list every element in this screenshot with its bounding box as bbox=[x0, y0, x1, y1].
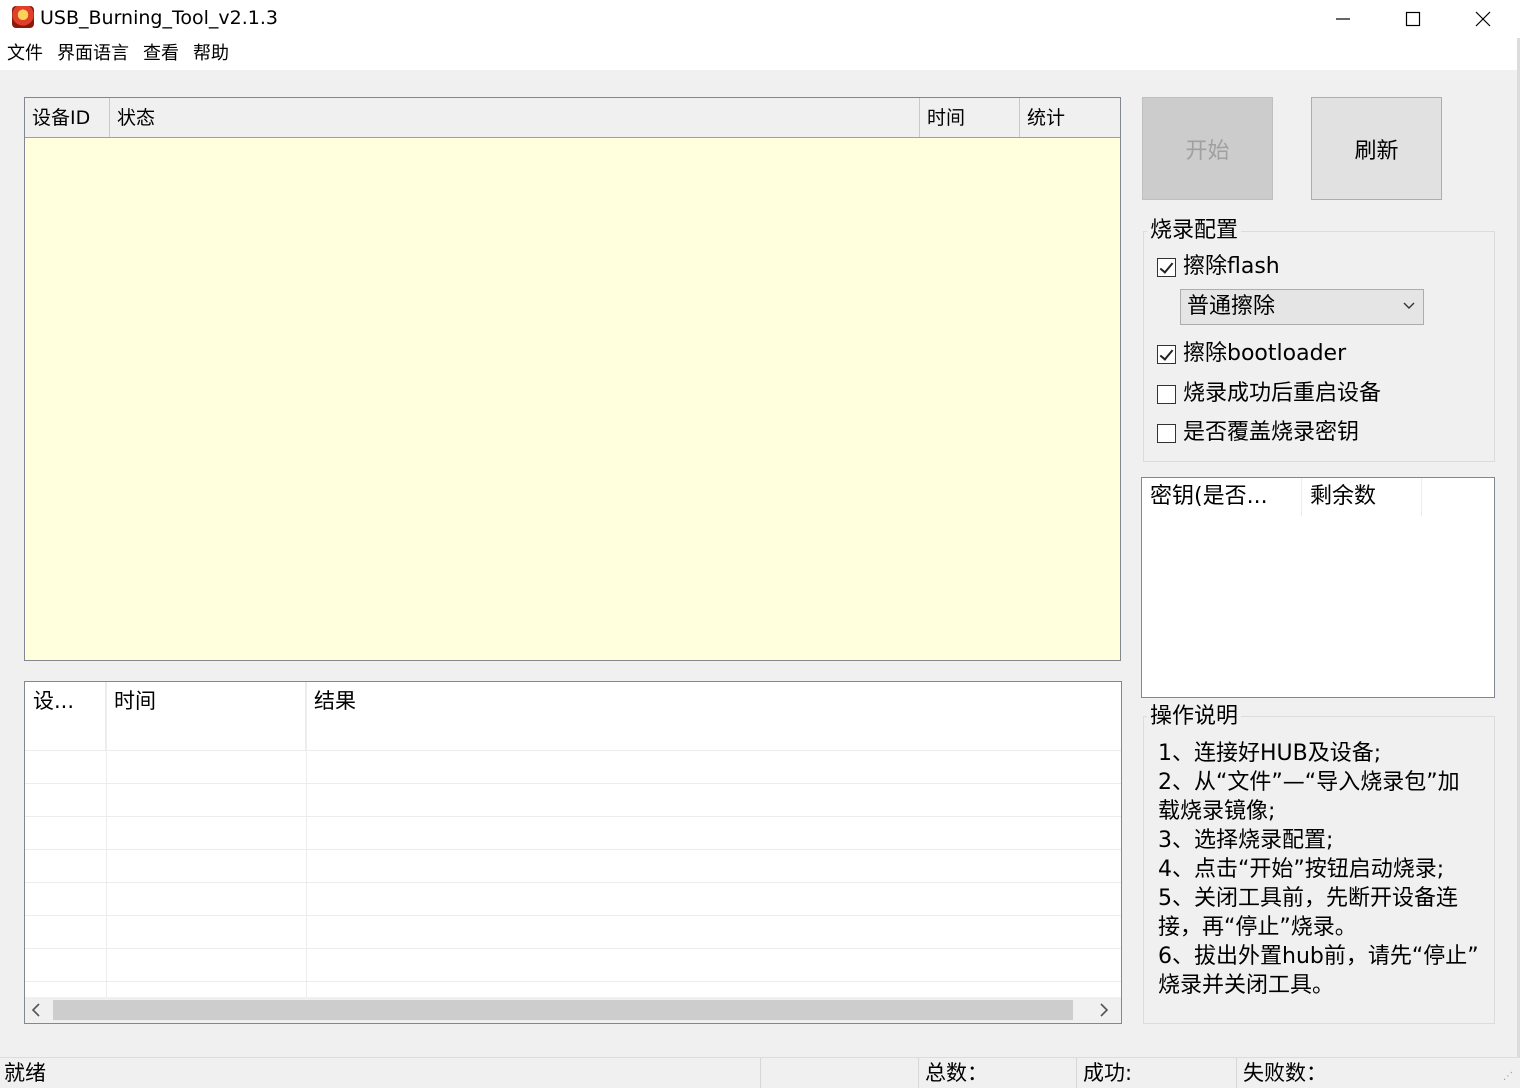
log-grid-row bbox=[25, 849, 1121, 850]
app-icon bbox=[12, 6, 34, 28]
log-grid-row bbox=[25, 882, 1121, 883]
log-grid-divider bbox=[306, 682, 307, 997]
overwrite-key-checkbox[interactable]: 是否覆盖烧录密钥 bbox=[1157, 419, 1359, 447]
minimize-button[interactable] bbox=[1308, 0, 1378, 38]
log-column-time[interactable]: 时间 bbox=[106, 682, 306, 750]
status-success: 成功: bbox=[1077, 1058, 1237, 1088]
device-list[interactable]: 设备ID 状态 时间 统计 bbox=[24, 97, 1121, 661]
key-list[interactable]: 密钥(是否... 剩余数 bbox=[1141, 477, 1495, 698]
maximize-button[interactable] bbox=[1378, 0, 1448, 38]
menu-language[interactable]: 界面语言 bbox=[57, 42, 129, 66]
status-spacer bbox=[761, 1058, 919, 1088]
column-stats[interactable]: 统计 bbox=[1020, 98, 1120, 137]
key-column-remaining[interactable]: 剩余数 bbox=[1302, 478, 1422, 516]
erase-flash-label: 擦除flash bbox=[1183, 254, 1280, 279]
overwrite-key-label: 是否覆盖烧录密钥 bbox=[1183, 420, 1360, 445]
log-column-result[interactable]: 结果 bbox=[306, 682, 1121, 750]
status-total: 总数： bbox=[919, 1058, 1077, 1088]
reboot-after-checkbox[interactable]: 烧录成功后重启设备 bbox=[1157, 380, 1381, 408]
instruction-line: 烧录并关闭工具。 bbox=[1158, 973, 1335, 998]
erase-bootloader-label: 擦除bootloader bbox=[1183, 341, 1347, 366]
instruction-line: 4、点击“开始”按钮启动烧录; bbox=[1158, 857, 1445, 882]
resize-grip-icon[interactable]: ⋰ bbox=[1503, 1072, 1514, 1082]
log-column-device[interactable]: 设... bbox=[25, 682, 106, 750]
status-fail: 失败数： bbox=[1243, 1061, 1327, 1085]
horizontal-scrollbar[interactable] bbox=[25, 997, 1121, 1023]
erase-flash-checkbox[interactable]: 擦除flash bbox=[1157, 253, 1280, 281]
instruction-line: 接，再“停止”烧录。 bbox=[1158, 915, 1357, 940]
instructions-title: 操作说明 bbox=[1147, 704, 1242, 730]
log-grid-divider bbox=[106, 682, 107, 997]
column-status[interactable]: 状态 bbox=[110, 98, 920, 137]
instruction-line: 3、选择烧录配置; bbox=[1158, 828, 1334, 853]
device-list-header: 设备ID 状态 时间 统计 bbox=[25, 98, 1120, 138]
menu-help[interactable]: 帮助 bbox=[193, 42, 229, 66]
refresh-button[interactable]: 刷新 bbox=[1311, 97, 1442, 200]
checkbox-box[interactable] bbox=[1157, 423, 1176, 443]
close-icon bbox=[1475, 11, 1491, 27]
scrollbar-thumb[interactable] bbox=[53, 1000, 1073, 1020]
close-button[interactable] bbox=[1448, 0, 1518, 38]
chevron-left-icon[interactable] bbox=[31, 1001, 41, 1023]
checkbox-box[interactable] bbox=[1157, 344, 1176, 364]
chevron-down-icon bbox=[1403, 290, 1415, 324]
burn-config-title: 烧录配置 bbox=[1147, 218, 1242, 244]
instruction-line: 载烧录镜像; bbox=[1158, 799, 1276, 824]
column-time[interactable]: 时间 bbox=[920, 98, 1020, 137]
chevron-right-icon[interactable] bbox=[1099, 1001, 1109, 1023]
instruction-line: 5、关闭工具前，先断开设备连 bbox=[1158, 886, 1458, 911]
instruction-line: 6、拔出外置hub前，请先“停止” bbox=[1158, 944, 1479, 969]
log-grid-row bbox=[25, 915, 1121, 916]
checkbox-box[interactable] bbox=[1157, 384, 1176, 404]
start-button[interactable]: 开始 bbox=[1142, 97, 1273, 200]
key-column-key[interactable]: 密钥(是否... bbox=[1142, 478, 1302, 516]
window-title: USB_Burning_Tool_v2.1.3 bbox=[40, 7, 278, 29]
log-grid-row bbox=[25, 981, 1121, 982]
log-grid-row bbox=[25, 948, 1121, 949]
status-bar: 就绪 总数： 成功: 失败数： ⋰ bbox=[0, 1057, 1520, 1088]
log-grid-row bbox=[25, 816, 1121, 817]
log-grid-row bbox=[25, 750, 1121, 751]
instruction-line: 1、连接好HUB及设备; bbox=[1158, 741, 1382, 766]
log-grid-row bbox=[25, 783, 1121, 784]
reboot-after-label: 烧录成功后重启设备 bbox=[1183, 381, 1382, 406]
erase-mode-value: 普通擦除 bbox=[1187, 294, 1276, 319]
maximize-icon bbox=[1405, 11, 1421, 27]
menu-bar: 文件 界面语言 查看 帮助 bbox=[0, 38, 1520, 70]
erase-bootloader-checkbox[interactable]: 擦除bootloader bbox=[1157, 340, 1346, 368]
menu-view[interactable]: 查看 bbox=[143, 42, 179, 66]
minimize-icon bbox=[1336, 18, 1350, 20]
instruction-line: 2、从“文件”—“导入烧录包”加 bbox=[1158, 770, 1460, 795]
log-list[interactable]: 设... 时间 结果 bbox=[24, 681, 1122, 1024]
column-device-id[interactable]: 设备ID bbox=[25, 98, 110, 137]
menu-file[interactable]: 文件 bbox=[7, 42, 43, 66]
status-ready: 就绪 bbox=[0, 1058, 761, 1088]
title-bar: USB_Burning_Tool_v2.1.3 bbox=[0, 0, 1520, 38]
erase-mode-select[interactable]: 普通擦除 bbox=[1180, 289, 1424, 325]
checkbox-box[interactable] bbox=[1157, 257, 1176, 277]
